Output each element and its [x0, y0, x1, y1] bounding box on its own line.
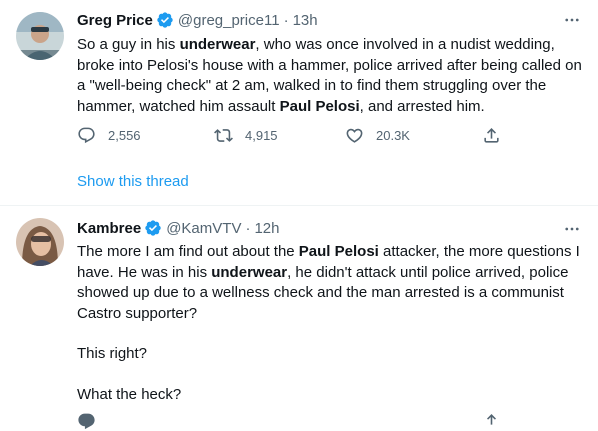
bold-text: Paul Pelosi — [279, 97, 360, 115]
retweet-button[interactable]: 4,915 — [214, 126, 278, 145]
more-options-icon[interactable] — [562, 10, 582, 30]
text-run: The more I am find out about the — [77, 243, 299, 260]
tweet-paragraph: So a guy in his underwear, who was once … — [77, 35, 587, 117]
tweet-paragraph: What the heck? — [77, 385, 182, 403]
bold-text: underwear — [179, 36, 256, 53]
tweet-text: So a guy in his underwear, who was once … — [77, 35, 587, 117]
share-button[interactable] — [482, 126, 513, 145]
like-icon — [346, 128, 363, 143]
avatar-kambree[interactable] — [16, 218, 64, 266]
show-thread-link[interactable]: Show this thread — [77, 173, 189, 190]
tweet-text: The more I am find out about the Paul Pe… — [77, 242, 587, 405]
text-run: , and arrested him. — [359, 97, 485, 115]
handle[interactable]: @KamVTV — [166, 220, 241, 237]
tweet-header: Kambree @KamVTV · 12h — [77, 219, 279, 237]
retweet-icon — [214, 129, 233, 142]
reply-icon[interactable] — [77, 412, 96, 431]
tweet-header: Greg Price @greg_price11 · 13h — [77, 11, 318, 29]
display-name[interactable]: Greg Price — [77, 12, 153, 29]
tweet-paragraph: This right? — [77, 345, 148, 362]
avatar-image — [16, 12, 64, 60]
text-run: So a guy in his — [77, 36, 180, 53]
tweet-actions-partial — [77, 412, 497, 430]
tweet-greg-price[interactable]: Greg Price @greg_price11 · 13h So a guy … — [0, 0, 598, 205]
verified-badge-icon — [145, 220, 161, 236]
retweet-count: 4,915 — [245, 128, 278, 143]
like-count: 20.3K — [376, 128, 410, 143]
handle[interactable]: @greg_price11 — [178, 12, 280, 29]
verified-badge-icon — [157, 12, 173, 28]
reply-icon — [78, 127, 95, 144]
bold-text: underwear — [211, 263, 288, 281]
timestamp[interactable]: 12h — [254, 220, 279, 237]
bold-text: Paul Pelosi — [298, 243, 379, 260]
separator-dot: · — [283, 11, 289, 29]
share-icon — [484, 128, 499, 143]
more-options-icon[interactable] — [562, 219, 582, 239]
share-icon[interactable] — [482, 412, 501, 431]
reply-count: 2,556 — [108, 128, 141, 143]
tweet-paragraph: The more I am find out about the Paul Pe… — [77, 242, 587, 324]
timestamp[interactable]: 13h — [293, 12, 318, 29]
avatar-greg-price[interactable] — [16, 12, 64, 60]
separator-dot: · — [245, 219, 251, 237]
display-name[interactable]: Kambree — [77, 220, 141, 237]
like-button[interactable]: 20.3K — [345, 126, 410, 145]
avatar-image — [16, 218, 64, 266]
tweet-actions: 2,556 4,915 20.3K — [77, 126, 499, 146]
tweet-kambree[interactable]: Kambree @KamVTV · 12h The more I am find… — [0, 206, 598, 417]
reply-button[interactable]: 2,556 — [77, 126, 141, 145]
